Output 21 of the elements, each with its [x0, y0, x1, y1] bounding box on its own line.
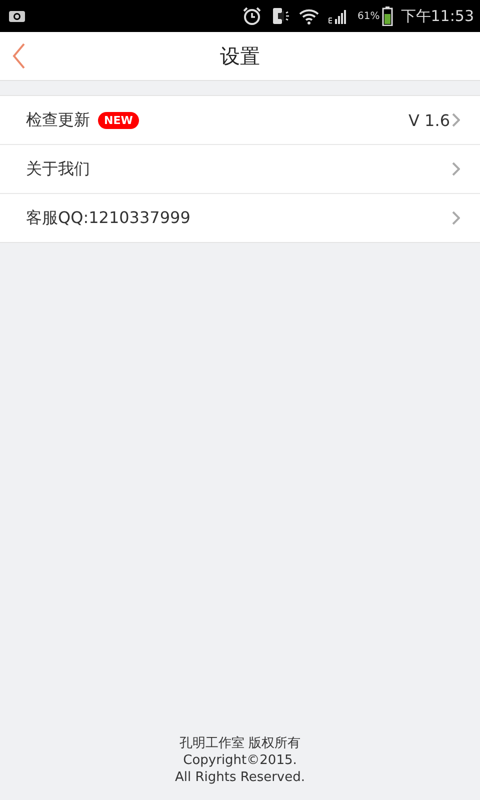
item-label: 客服QQ:1210337999	[26, 208, 190, 228]
chevron-icon	[452, 211, 460, 225]
battery-percent: 61%	[358, 10, 380, 22]
chevron-icon	[452, 162, 460, 176]
back-icon[interactable]	[12, 43, 26, 69]
copyright-text: Copyright©2015.	[183, 752, 297, 769]
wifi-icon	[298, 7, 320, 25]
settings-item[interactable]: 关于我们	[0, 145, 480, 194]
copyright-text: 孔明工作室 版权所有	[179, 735, 301, 752]
chevron-icon	[452, 113, 460, 127]
settings-item[interactable]: 客服QQ:1210337999	[0, 194, 480, 242]
battery-icon	[382, 6, 393, 26]
item-label: 关于我们	[26, 158, 90, 180]
copyright-text: All Rights Reserved.	[174, 769, 306, 786]
clock: 下午11:53	[400, 6, 474, 26]
settings-item[interactable]: 检查更新 NEW V 1.6	[0, 96, 480, 145]
version-text: V 1.6	[408, 110, 450, 130]
item-label: 检查更新	[26, 110, 90, 130]
alarm-clock-icon	[242, 6, 262, 26]
page-title: 设置	[220, 42, 260, 70]
new-badge: NEW	[98, 112, 139, 128]
